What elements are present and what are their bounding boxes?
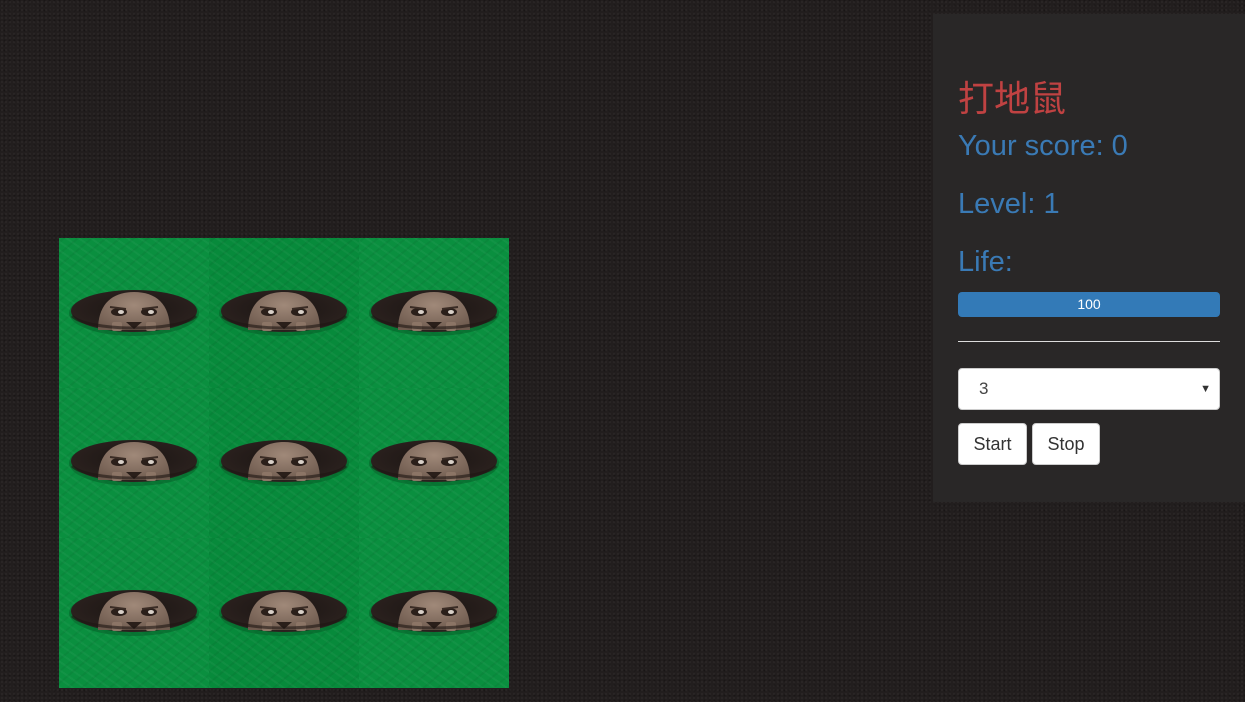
hole-cell[interactable]	[359, 538, 509, 688]
hole-cell[interactable]	[59, 538, 209, 688]
mole-icon[interactable]	[68, 586, 200, 638]
start-button[interactable]: Start	[958, 423, 1027, 465]
hole-cell[interactable]	[359, 238, 509, 388]
hole-cell[interactable]	[59, 388, 209, 538]
mole-icon[interactable]	[218, 286, 350, 338]
mole-icon[interactable]	[218, 586, 350, 638]
life-progress: 100	[958, 292, 1220, 317]
stop-button[interactable]: Stop	[1032, 423, 1100, 465]
caret-down-icon: ▼	[1200, 383, 1211, 395]
hole-cell[interactable]	[59, 238, 209, 388]
divider	[958, 341, 1220, 342]
mole-icon[interactable]	[368, 286, 500, 338]
game-board	[59, 238, 509, 688]
hole-cell[interactable]	[209, 538, 359, 688]
hole-cell[interactable]	[359, 388, 509, 538]
mole-icon[interactable]	[68, 436, 200, 488]
level-select-value: 3	[979, 379, 989, 398]
mole-icon[interactable]	[218, 436, 350, 488]
level-select[interactable]: 3 ▼	[958, 368, 1220, 410]
hole-cell[interactable]	[209, 388, 359, 538]
level-display: Level: 1	[958, 188, 1060, 220]
mole-icon[interactable]	[68, 286, 200, 338]
hole-cell[interactable]	[209, 238, 359, 388]
mole-icon[interactable]	[368, 436, 500, 488]
score-display: Your score: 0	[958, 130, 1128, 162]
life-label: Life:	[958, 246, 1013, 278]
mole-icon[interactable]	[368, 586, 500, 638]
control-panel: 打地鼠 Your score: 0 Level: 1 Life: 100 3 ▼…	[933, 14, 1245, 502]
life-progress-bar: 100	[958, 292, 1220, 317]
game-title: 打地鼠	[958, 79, 1067, 120]
